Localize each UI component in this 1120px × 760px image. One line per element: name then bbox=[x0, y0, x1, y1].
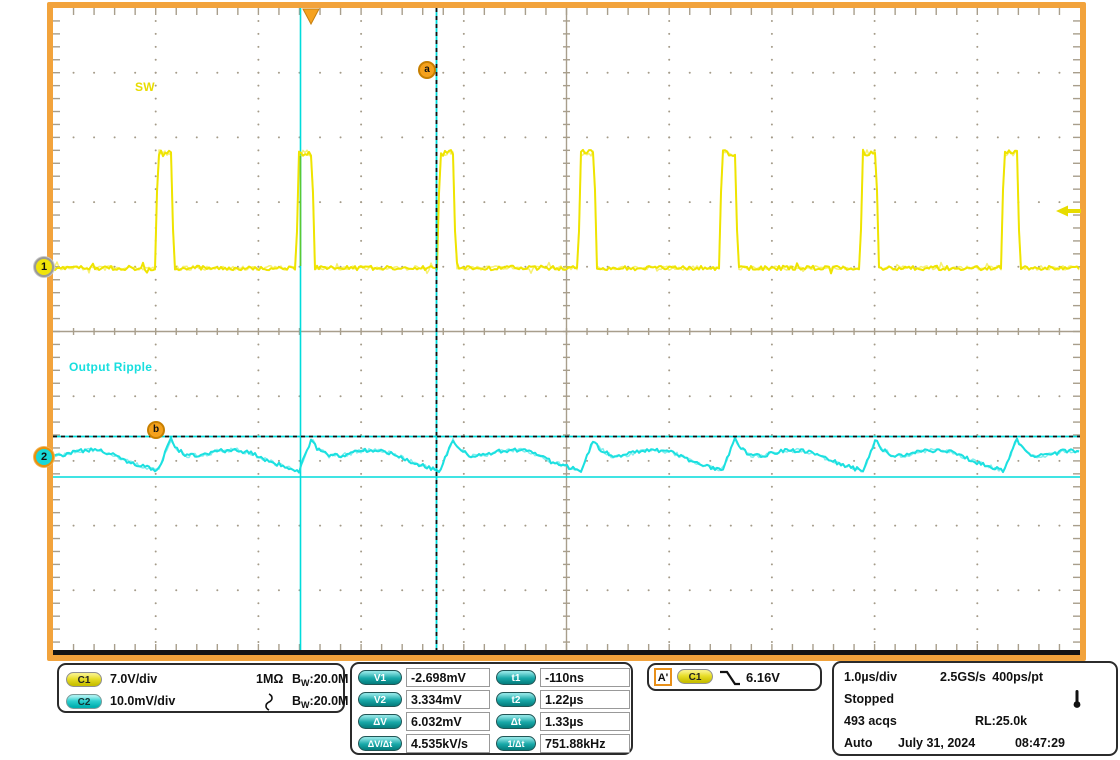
dv-value: 6.032mV bbox=[406, 712, 490, 731]
timebase-panel[interactable]: 1.0µs/div 2.5GS/s 400ps/pt Stopped 493 a… bbox=[832, 661, 1118, 756]
scope-display bbox=[0, 0, 1120, 760]
thermometer-icon bbox=[1072, 689, 1082, 714]
c2-badge[interactable]: C2 bbox=[66, 694, 102, 709]
dt-badge[interactable]: Δt bbox=[496, 714, 536, 729]
channels-panel[interactable]: C1 7.0V/div 1MΩ BW:20.0M C2 10.0mV/div B… bbox=[57, 663, 345, 713]
dt-value: 1.33µs bbox=[540, 712, 630, 731]
trigger-panel[interactable]: A' C1 6.16V bbox=[647, 663, 822, 691]
v2-value: 3.334mV bbox=[406, 690, 490, 709]
acq-count: 493 acqs bbox=[844, 714, 897, 728]
channel1-zero-marker[interactable]: 1 bbox=[34, 257, 54, 277]
falling-edge-icon bbox=[719, 669, 741, 691]
v2-badge[interactable]: V2 bbox=[358, 692, 402, 707]
ac-coupling-icon bbox=[263, 693, 275, 716]
date-label: July 31, 2024 bbox=[898, 736, 975, 750]
t1-badge[interactable]: t1 bbox=[496, 670, 536, 685]
inv-dt-badge[interactable]: 1/Δt bbox=[496, 736, 536, 751]
cursor-b-handle[interactable]: b bbox=[147, 421, 165, 439]
acq-status: Stopped bbox=[844, 692, 894, 706]
dvdt-badge[interactable]: ΔV/Δt bbox=[358, 736, 402, 751]
cursor-readout-panel[interactable]: V1 -2.698mV V2 3.334mV ΔV 6.032mV ΔV/Δt … bbox=[350, 662, 633, 755]
trigger-mode-box[interactable]: A' bbox=[654, 668, 672, 686]
time-label: 08:47:29 bbox=[1015, 736, 1065, 750]
channel2-trace-label: Output Ripple bbox=[69, 360, 152, 374]
channel2-zero-marker[interactable]: 2 bbox=[34, 447, 54, 467]
time-per-div: 1.0µs/div bbox=[844, 670, 897, 684]
v1-value: -2.698mV bbox=[406, 668, 490, 687]
c1-badge[interactable]: C1 bbox=[66, 672, 102, 687]
v1-badge[interactable]: V1 bbox=[358, 670, 402, 685]
channel1-descriptor[interactable]: C1 7.0V/div 1MΩ BW:20.0M bbox=[59, 670, 343, 690]
channel1-trace-label: SW bbox=[135, 80, 155, 94]
c1-scale: 7.0V/div bbox=[110, 672, 157, 686]
c2-scale: 10.0mV/div bbox=[110, 694, 175, 708]
c2-bandwidth: BW:20.0M bbox=[292, 694, 348, 710]
c1-bandwidth: BW:20.0M bbox=[292, 672, 348, 688]
trigger-source-badge[interactable]: C1 bbox=[677, 669, 713, 684]
trigger-mode: Auto bbox=[844, 736, 872, 750]
cursor-a-handle[interactable]: a bbox=[418, 61, 436, 79]
dv-badge[interactable]: ΔV bbox=[358, 714, 402, 729]
dvdt-value: 4.535kV/s bbox=[406, 734, 490, 753]
sample-period: 400ps/pt bbox=[992, 670, 1043, 684]
sample-rate: 2.5GS/s bbox=[940, 670, 986, 684]
trigger-level-value: 6.16V bbox=[746, 670, 780, 685]
c1-coupling: 1MΩ bbox=[256, 672, 283, 686]
t2-badge[interactable]: t2 bbox=[496, 692, 536, 707]
t1-value: -110ns bbox=[540, 668, 630, 687]
channel2-descriptor[interactable]: C2 10.0mV/div BW:20.0M bbox=[59, 692, 343, 712]
t2-value: 1.22µs bbox=[540, 690, 630, 709]
record-length: RL:25.0k bbox=[975, 714, 1027, 728]
inv-dt-value: 751.88kHz bbox=[540, 734, 630, 753]
